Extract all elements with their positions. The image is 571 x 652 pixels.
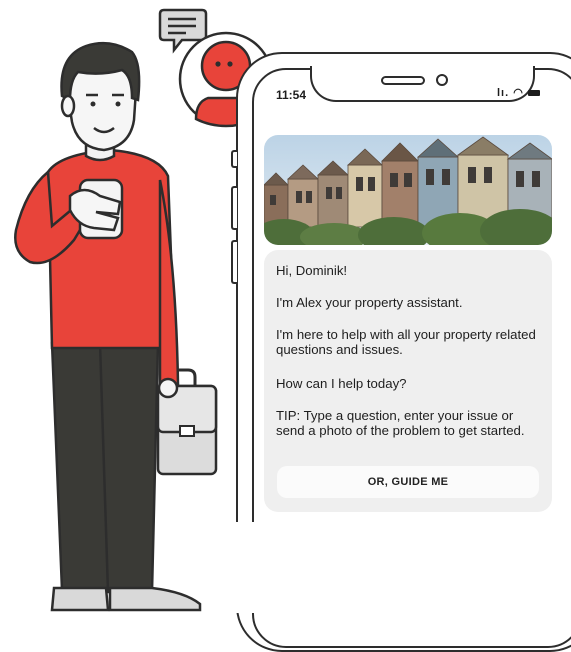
phone-side-button [231,150,237,168]
speaker-icon [381,76,425,85]
phone-side-button [231,240,237,284]
signal-icon: lı. [497,87,510,99]
wifi-icon: ◠ [513,87,524,99]
camera-icon [436,74,448,86]
greeting-text: Hi, Dominik! [276,263,348,278]
status-time: 11:54 [276,88,307,102]
question-text: How can I help today? [276,376,407,391]
intro-text: I'm Alex your property assistant. [276,295,463,310]
battery-icon [527,90,540,97]
status-icons: lı. ◠ [497,86,540,99]
tip-text: TIP: Type a question, enter your issue o… [276,408,525,438]
bottom-fade [230,522,571,613]
hero-image [264,135,552,245]
help-text: I'm here to help with all your property … [276,327,536,357]
phone-side-button [231,186,237,230]
guide-me-button[interactable]: OR, GUIDE ME [277,466,539,498]
